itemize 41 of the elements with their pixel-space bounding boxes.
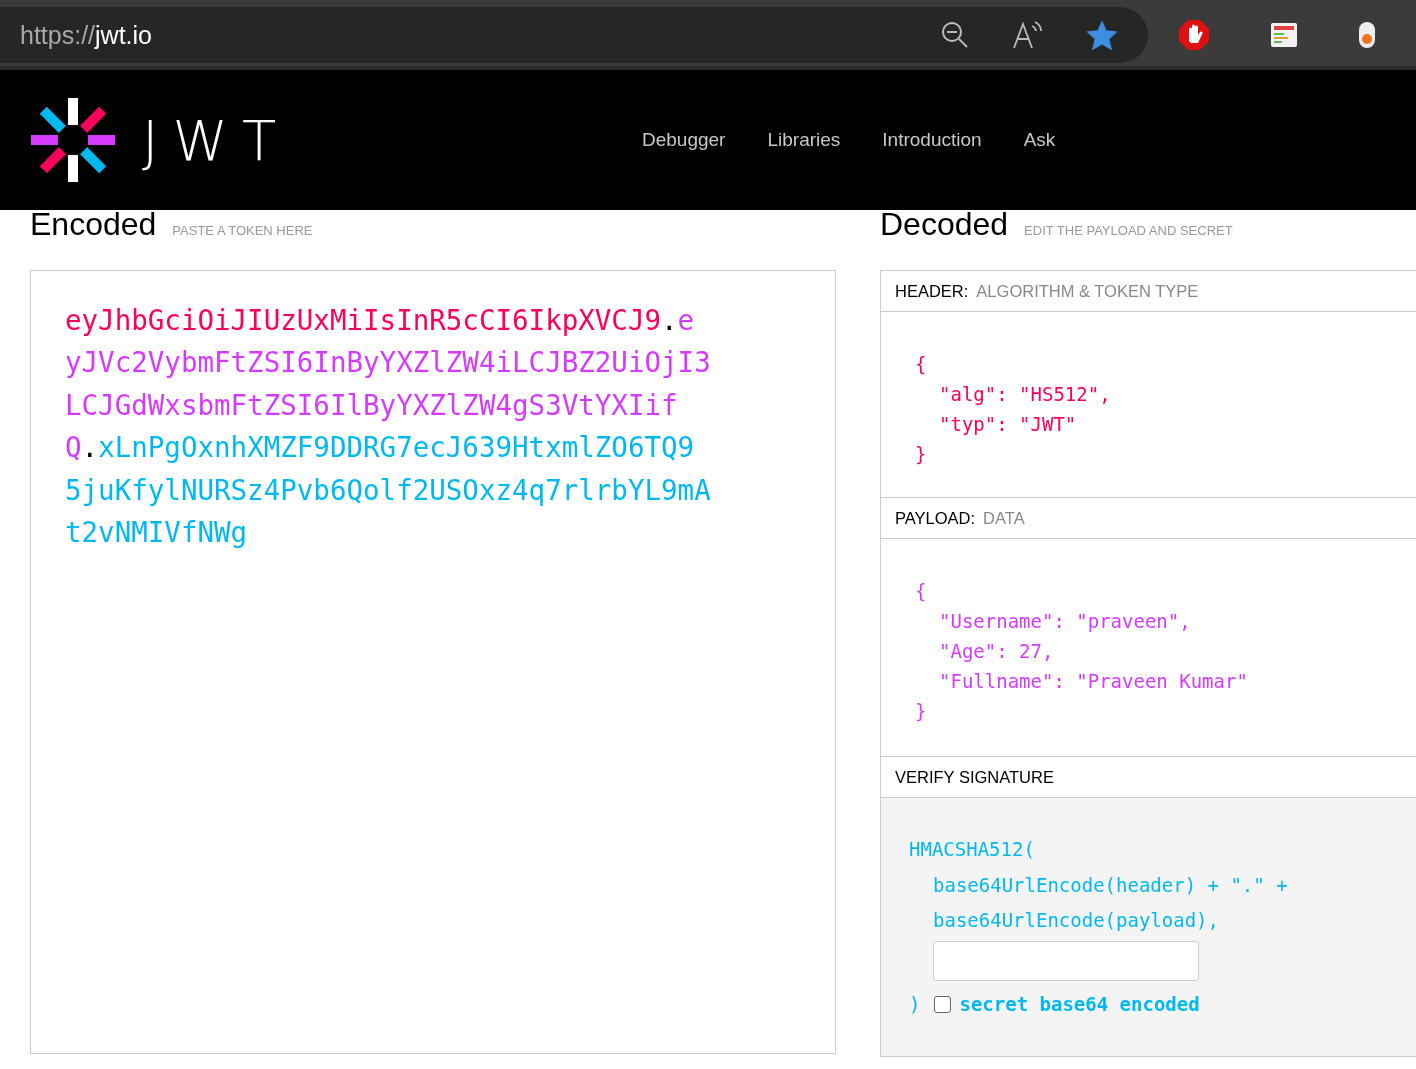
stop-hand-icon[interactable]: [1178, 19, 1210, 51]
code-line: "Username": "praveen",: [938, 609, 1192, 634]
section-hint: PASTE A TOKEN HERE: [172, 223, 313, 238]
secret-input-field[interactable]: [933, 940, 1199, 981]
favorite-star-icon[interactable]: [1086, 20, 1118, 50]
encoded-token: eyJhbGciOiJIUzUxMiIsInR5cCI6IkpXVCJ9.eyJVc2VybmFtZSI6InByYXZlZW4iLCJBZ2UiOjI3LCJGdWxsbmFtZSI6IlByYXZlZW4gS3VtYXIifQ.xLnPgOxnhXMZF9DDRG7ecJ639HtxmlZO6TQ95juKfylNURSz4Pvb6Qolf2USOxz4q7rlrbYL9mAt2vNMIVfNWg: [65, 303, 711, 551]
read-aloud-icon[interactable]: [1012, 20, 1044, 50]
checkbox[interactable]: [934, 995, 952, 1013]
panel-label: HEADER:: [895, 281, 969, 301]
logo-wordmark: JWT: [142, 107, 291, 173]
code-line: }: [915, 699, 928, 724]
code-line: }: [915, 442, 928, 467]
zoom-out-icon[interactable]: [940, 20, 970, 50]
panel-hint: DATA: [983, 508, 1025, 528]
panel-hint: ALGORITHM & TOKEN TYPE: [976, 281, 1199, 301]
section-hint: EDIT THE PAYLOAD AND SECRET: [1024, 223, 1233, 238]
code-line: ): [909, 991, 921, 1017]
toggle-icon[interactable]: [1358, 21, 1376, 49]
section-title: Decoded: [880, 210, 1009, 238]
document-icon[interactable]: [1270, 22, 1298, 48]
json-editor[interactable]: { "alg": "HS512", "typ": "JWT" }: [881, 312, 1416, 498]
code-line: "typ": "JWT": [938, 412, 1078, 437]
code-line: "Fullname": "Praveen Kumar": [938, 669, 1249, 694]
code-line: {: [915, 352, 928, 377]
address-bar[interactable]: https://jwt.io: [0, 7, 1148, 63]
nav-link[interactable]: Ask: [1023, 129, 1056, 151]
nav-link[interactable]: Introduction: [882, 129, 982, 151]
nav-link[interactable]: Debugger: [642, 129, 726, 151]
code-line: {: [915, 579, 928, 604]
code-line: "alg": "HS512",: [938, 382, 1112, 407]
code-line: base64UrlEncode(header) + "." +: [932, 872, 1289, 898]
code-line: HMACSHA512(: [909, 837, 1036, 862]
code-line: "Age": 27,: [938, 639, 1055, 664]
logo-icon: [30, 97, 116, 183]
nav-link[interactable]: Libraries: [767, 129, 841, 151]
section-title: Encoded: [30, 210, 157, 238]
panel-label: PAYLOAD:: [895, 508, 976, 528]
panel-label: VERIFY SIGNATURE: [895, 767, 1054, 787]
json-editor[interactable]: { "Username": "praveen", "Age": 27, "Fullname": "Praveen Kumar" }: [881, 539, 1416, 757]
url-text: https://jwt.io: [20, 20, 152, 50]
code-line: base64UrlEncode(payload),: [932, 908, 1220, 933]
